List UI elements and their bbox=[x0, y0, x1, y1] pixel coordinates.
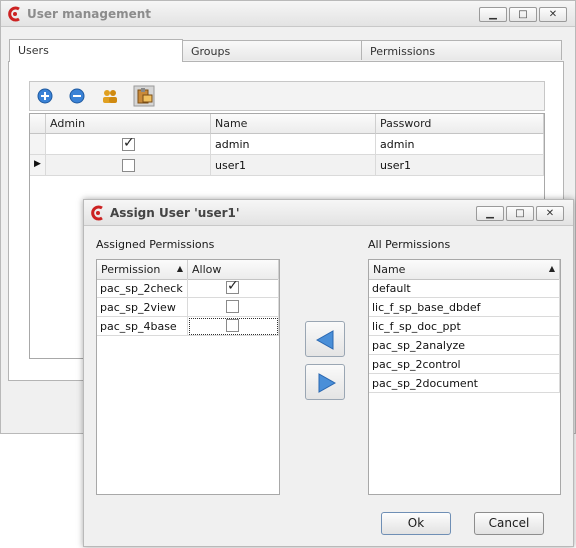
permission-name-text: lic_f_sp_doc_ppt bbox=[372, 320, 461, 333]
current-row-arrow-icon: ▶ bbox=[34, 159, 41, 169]
table-row-name-cell[interactable]: admin bbox=[211, 134, 376, 155]
column-header-permission-label: Permission bbox=[101, 263, 161, 276]
tab-users[interactable]: Users bbox=[9, 39, 183, 62]
close-button[interactable]: ✕ bbox=[539, 7, 567, 22]
assign-user-dialog: Assign User 'user1' ▁ □ ✕ Assigned Permi… bbox=[83, 199, 574, 547]
tab-users-label: Users bbox=[18, 44, 49, 57]
permission-name-text: lic_f_sp_base_dbdef bbox=[372, 301, 481, 314]
allow-cell[interactable] bbox=[188, 298, 279, 317]
clipboard-icon[interactable] bbox=[133, 85, 155, 107]
all-permissions-grid: Name ▲ default lic_f_sp_base_dbdef lic_f… bbox=[368, 259, 561, 495]
permission-name-text: pac_sp_2analyze bbox=[372, 339, 466, 352]
minimize-button[interactable]: ▁ bbox=[479, 7, 507, 22]
cancel-button-label: Cancel bbox=[488, 516, 530, 530]
column-header-allow-label: Allow bbox=[192, 263, 222, 276]
permission-name-text: pac_sp_2control bbox=[372, 358, 461, 371]
arrow-right-icon bbox=[318, 373, 337, 393]
column-header-password-label: Password bbox=[380, 117, 432, 130]
sort-ascending-icon: ▲ bbox=[176, 264, 183, 273]
all-permissions-label: All Permissions bbox=[368, 238, 451, 251]
column-header-name[interactable]: Name bbox=[211, 114, 376, 134]
allow-cell-focused[interactable] bbox=[188, 317, 279, 336]
dialog-title: Assign User 'user1' bbox=[110, 206, 240, 220]
permission-name-text: pac_sp_4base bbox=[100, 320, 177, 333]
remove-user-icon[interactable] bbox=[66, 85, 88, 107]
column-header-admin[interactable]: Admin bbox=[46, 114, 211, 134]
table-row-password-cell[interactable]: user1 bbox=[376, 155, 544, 176]
move-right-button[interactable] bbox=[305, 364, 345, 400]
row-indicator[interactable] bbox=[30, 134, 46, 155]
cancel-button[interactable]: Cancel bbox=[474, 512, 544, 535]
dialog-close-button[interactable]: ✕ bbox=[536, 206, 564, 221]
column-header-admin-label: Admin bbox=[50, 117, 86, 130]
column-header-password[interactable]: Password bbox=[376, 114, 544, 134]
row-indicator-header bbox=[30, 114, 46, 134]
dialog-minimize-button[interactable]: ▁ bbox=[476, 206, 504, 221]
dialog-maximize-button[interactable]: □ bbox=[506, 206, 534, 221]
tab-permissions[interactable]: Permissions bbox=[361, 40, 562, 60]
sort-ascending-icon: ▲ bbox=[548, 264, 555, 273]
list-item[interactable]: pac_sp_2analyze bbox=[369, 336, 560, 355]
permission-name-text: pac_sp_2document bbox=[372, 377, 478, 390]
allow-checkbox[interactable] bbox=[226, 319, 239, 332]
permission-cell[interactable]: pac_sp_4base bbox=[97, 317, 188, 336]
allow-cell[interactable] bbox=[188, 278, 279, 298]
add-user-icon[interactable] bbox=[34, 85, 56, 107]
permission-name-text: pac_sp_2check bbox=[100, 282, 183, 295]
ok-button[interactable]: Ok bbox=[381, 512, 451, 535]
table-row-name-cell[interactable]: user1 bbox=[211, 155, 376, 176]
table-row-password-cell[interactable]: admin bbox=[376, 134, 544, 155]
list-item[interactable]: pac_sp_2document bbox=[369, 374, 560, 393]
allow-checkbox[interactable] bbox=[226, 300, 239, 313]
column-header-name[interactable]: Name ▲ bbox=[369, 260, 560, 280]
main-window-title: User management bbox=[27, 7, 152, 21]
main-titlebar[interactable]: User management ▁ □ ✕ bbox=[1, 1, 575, 27]
move-left-button[interactable] bbox=[305, 321, 345, 357]
permission-name-text: pac_sp_2view bbox=[100, 301, 176, 314]
tab-groups[interactable]: Groups bbox=[182, 40, 362, 60]
arrow-left-icon bbox=[315, 330, 334, 350]
app-logo-icon bbox=[8, 6, 20, 22]
users-group-icon[interactable] bbox=[99, 85, 121, 107]
column-header-name-label: Name bbox=[373, 263, 406, 276]
permission-cell[interactable]: pac_sp_2check bbox=[97, 279, 188, 298]
list-item[interactable]: default bbox=[369, 279, 560, 298]
column-header-permission[interactable]: Permission ▲ bbox=[97, 260, 188, 280]
assigned-permissions-label: Assigned Permissions bbox=[96, 238, 215, 251]
list-item[interactable]: pac_sp_2control bbox=[369, 355, 560, 374]
ok-button-label: Ok bbox=[407, 516, 425, 530]
row-indicator-selected[interactable]: ▶ bbox=[30, 155, 46, 176]
allow-checkbox[interactable] bbox=[226, 278, 239, 294]
permission-name-text: default bbox=[372, 282, 411, 295]
list-item[interactable]: lic_f_sp_doc_ppt bbox=[369, 317, 560, 336]
column-header-name-label: Name bbox=[215, 117, 248, 130]
dialog-titlebar[interactable]: Assign User 'user1' ▁ □ ✕ bbox=[84, 200, 573, 226]
table-row-admin-cell[interactable] bbox=[46, 134, 211, 155]
tab-permissions-label: Permissions bbox=[370, 45, 436, 58]
permission-cell[interactable]: pac_sp_2view bbox=[97, 298, 188, 317]
user-password-text: admin bbox=[380, 138, 415, 151]
tab-groups-label: Groups bbox=[191, 45, 231, 58]
user-name-text: user1 bbox=[215, 159, 246, 172]
app-logo-icon bbox=[91, 205, 103, 221]
column-header-allow[interactable]: Allow bbox=[188, 260, 279, 280]
user-name-text: admin bbox=[215, 138, 250, 151]
assigned-permissions-grid: Permission ▲ Allow pac_sp_2check pac_sp_… bbox=[96, 259, 280, 495]
admin-checkbox[interactable] bbox=[122, 159, 135, 172]
table-row-admin-cell[interactable] bbox=[46, 155, 211, 176]
maximize-button[interactable]: □ bbox=[509, 7, 537, 22]
list-item[interactable]: lic_f_sp_base_dbdef bbox=[369, 298, 560, 317]
admin-checkbox[interactable] bbox=[122, 135, 135, 151]
user-password-text: user1 bbox=[380, 159, 411, 172]
